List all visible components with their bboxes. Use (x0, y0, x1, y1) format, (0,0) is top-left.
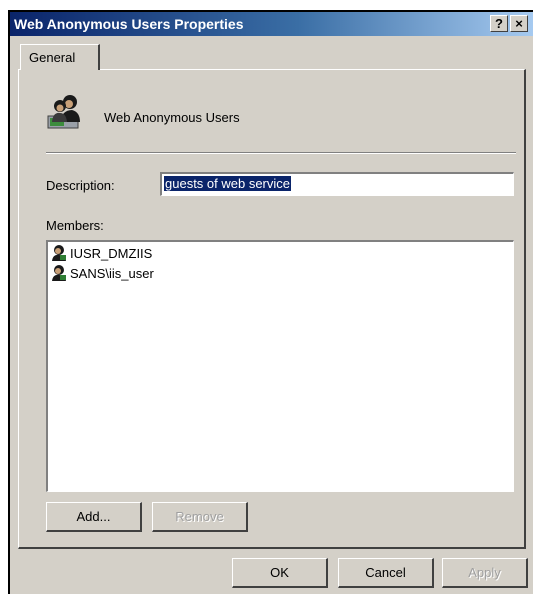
separator (46, 152, 516, 154)
title-bar[interactable]: Web Anonymous Users Properties ? × (10, 12, 533, 36)
group-name: Web Anonymous Users (104, 110, 240, 125)
user-icon (52, 265, 66, 281)
cancel-button[interactable]: Cancel (338, 558, 434, 588)
close-button[interactable]: × (510, 15, 528, 32)
apply-button[interactable]: Apply (442, 558, 528, 588)
group-icon (47, 95, 80, 129)
members-list[interactable]: IUSR_DMZIIS SANS\iis_user (46, 240, 514, 492)
description-field[interactable]: guests of web service (160, 172, 514, 196)
tab-general-label: General (29, 50, 76, 65)
description-label: Description: (46, 178, 115, 193)
tab-general[interactable]: General (20, 44, 100, 70)
member-name: SANS\iis_user (70, 265, 154, 281)
help-button[interactable]: ? (490, 15, 508, 32)
ok-button[interactable]: OK (232, 558, 328, 588)
list-item[interactable]: IUSR_DMZIIS (50, 244, 152, 262)
description-value: guests of web service (164, 176, 292, 191)
properties-dialog: Web Anonymous Users Properties ? × Gener… (10, 12, 533, 594)
list-item[interactable]: SANS\iis_user (50, 264, 154, 282)
user-icon (52, 245, 66, 261)
remove-button[interactable]: Remove (152, 502, 248, 532)
window-title: Web Anonymous Users Properties (14, 16, 244, 32)
member-name: IUSR_DMZIIS (70, 245, 153, 261)
members-label: Members: (46, 218, 104, 233)
add-button[interactable]: Add... (46, 502, 142, 532)
